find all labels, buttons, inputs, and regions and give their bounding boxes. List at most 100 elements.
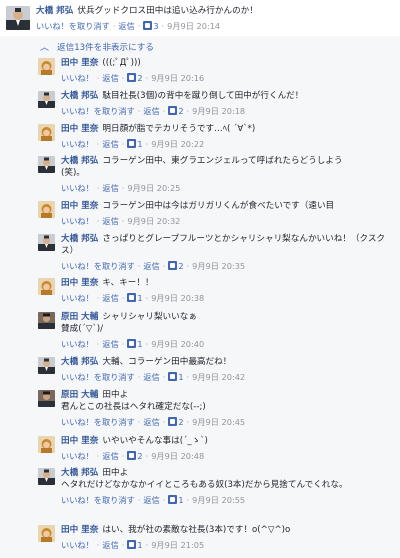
- reply-author[interactable]: 大橋 邦弘: [61, 234, 98, 244]
- like-count[interactable]: 1: [137, 339, 142, 349]
- timestamp[interactable]: 9月9日 20:18: [192, 106, 245, 116]
- reply-author[interactable]: 大橋 邦弘: [61, 357, 98, 367]
- unlike-button[interactable]: いいね！を取り消す: [61, 372, 135, 382]
- separator-dot: ·: [162, 495, 166, 505]
- avatar[interactable]: [38, 124, 55, 141]
- timestamp[interactable]: 9月9日 20:35: [192, 261, 245, 271]
- avatar[interactable]: [38, 201, 55, 218]
- reply-button[interactable]: 返信: [143, 261, 159, 271]
- timestamp[interactable]: 9月9日 20:32: [127, 216, 180, 226]
- reply-author[interactable]: 田中 里奈: [61, 124, 98, 134]
- like-button[interactable]: いいね！: [61, 183, 94, 193]
- timestamp[interactable]: 9月9日 20:16: [151, 73, 204, 83]
- reply-text: いやいやそんな事は(´_ゝ`): [102, 436, 208, 446]
- reply-author[interactable]: 大橋 邦弘: [61, 156, 98, 166]
- unlike-button[interactable]: いいね！を取り消す: [61, 261, 135, 271]
- timestamp[interactable]: 9月9日 20:45: [192, 417, 245, 427]
- like-button[interactable]: いいね！: [61, 73, 94, 83]
- separator-dot: ·: [121, 451, 125, 461]
- unlike-button[interactable]: いいね！を取り消す: [36, 21, 110, 31]
- like-icon: [168, 372, 178, 381]
- timestamp[interactable]: 9月9日 20:14: [167, 21, 220, 31]
- separator-dot: ·: [145, 139, 149, 149]
- timestamp[interactable]: 9月9日 20:25: [127, 183, 180, 193]
- reply-text: 田中よ: [102, 468, 129, 478]
- hide-replies-link[interactable]: ︿ 返信13件を非表示にする: [40, 40, 154, 53]
- like-button[interactable]: いいね！: [61, 293, 94, 303]
- like-count[interactable]: 1: [137, 293, 142, 303]
- like-button[interactable]: いいね！: [61, 540, 94, 550]
- reply-author[interactable]: 田中 里奈: [61, 278, 98, 288]
- like-count[interactable]: 2: [178, 417, 183, 427]
- like-count[interactable]: 2: [137, 73, 142, 83]
- reply-button[interactable]: 返信: [102, 540, 118, 550]
- timestamp[interactable]: 9月9日 21:05: [151, 540, 204, 550]
- like-button[interactable]: いいね！: [61, 339, 94, 349]
- reply-author[interactable]: 田中 里奈: [61, 58, 98, 68]
- reply-author[interactable]: 大橋 邦弘: [61, 468, 98, 478]
- reply-body: 大橋 邦弘 田中よ ヘタれだけどなかなかイイところもある奴(3本)だから見捨てんでく…: [61, 467, 394, 506]
- reply-author[interactable]: 田中 里奈: [61, 201, 98, 211]
- timestamp[interactable]: 9月9日 20:40: [151, 339, 204, 349]
- reply-author[interactable]: 原田 大輔: [61, 390, 98, 400]
- reply-button[interactable]: 返信: [102, 139, 118, 149]
- comment-author[interactable]: 大橋 邦弘: [36, 6, 73, 16]
- reply-button[interactable]: 返信: [102, 451, 118, 461]
- timestamp[interactable]: 9月9日 20:55: [192, 495, 245, 505]
- reply-button[interactable]: 返信: [118, 21, 134, 31]
- reply-button[interactable]: 返信: [102, 73, 118, 83]
- like-count[interactable]: 1: [178, 495, 183, 505]
- like-count[interactable]: 2: [178, 261, 183, 271]
- reply-button[interactable]: 返信: [143, 495, 159, 505]
- reply-body: 田中 里奈 はい、我が社の素敵な社長(3本)です！o(^▽^)o いいね！ · 返信 · 1…: [61, 524, 394, 551]
- avatar[interactable]: [38, 312, 55, 329]
- reply-button[interactable]: 返信: [143, 372, 159, 382]
- separator-dot: ·: [145, 73, 149, 83]
- like-count[interactable]: 1: [137, 540, 142, 550]
- avatar[interactable]: [38, 234, 55, 251]
- timestamp[interactable]: 9月9日 20:22: [151, 139, 204, 149]
- like-count[interactable]: 1: [178, 372, 183, 382]
- reply-author[interactable]: 田中 里奈: [61, 525, 98, 535]
- reply-button[interactable]: 返信: [102, 293, 118, 303]
- reply-text: キ、キー！！: [102, 278, 154, 288]
- reply-author[interactable]: 大橋 邦弘: [61, 91, 98, 101]
- reply-button[interactable]: 返信: [102, 216, 118, 226]
- avatar[interactable]: [38, 468, 55, 485]
- separator-dot: ·: [137, 417, 141, 427]
- unlike-button[interactable]: いいね！を取り消す: [61, 106, 135, 116]
- avatar[interactable]: [38, 58, 55, 75]
- like-count[interactable]: 2: [137, 451, 142, 461]
- like-button[interactable]: いいね！: [61, 451, 94, 461]
- avatar[interactable]: [38, 525, 55, 542]
- separator-dot: ·: [96, 293, 100, 303]
- unlike-button[interactable]: いいね！を取り消す: [61, 495, 135, 505]
- avatar[interactable]: [38, 390, 55, 407]
- timestamp[interactable]: 9月9日 20:42: [192, 372, 245, 382]
- like-button[interactable]: いいね！: [61, 139, 94, 149]
- avatar[interactable]: [6, 6, 30, 30]
- avatar[interactable]: [38, 91, 55, 108]
- avatar[interactable]: [38, 278, 55, 295]
- reply-text: はい、我が社の素敵な社長(3本)です！o(^▽^)o: [102, 525, 291, 535]
- timestamp[interactable]: 9月9日 20:48: [151, 451, 204, 461]
- like-button[interactable]: いいね！: [61, 216, 94, 226]
- reply-button[interactable]: 返信: [102, 339, 118, 349]
- like-count[interactable]: 2: [178, 106, 183, 116]
- reply-author[interactable]: 原田 大輔: [61, 312, 98, 322]
- like-icon: [127, 139, 137, 148]
- reply-author[interactable]: 田中 里奈: [61, 436, 98, 446]
- like-count[interactable]: 3: [153, 21, 158, 31]
- timestamp[interactable]: 9月9日 20:38: [151, 293, 204, 303]
- avatar[interactable]: [38, 436, 55, 453]
- avatar[interactable]: [38, 357, 55, 374]
- avatar[interactable]: [38, 156, 55, 173]
- like-icon: [127, 293, 137, 302]
- reply-meta: いいね！ · 返信 · 1 · 9月9日 20:40: [61, 338, 394, 350]
- reply-button[interactable]: 返信: [102, 183, 118, 193]
- reply-button[interactable]: 返信: [143, 106, 159, 116]
- unlike-button[interactable]: いいね！を取り消す: [61, 417, 135, 427]
- reply-button[interactable]: 返信: [143, 417, 159, 427]
- like-count[interactable]: 1: [137, 139, 142, 149]
- separator-dot: ·: [186, 106, 190, 116]
